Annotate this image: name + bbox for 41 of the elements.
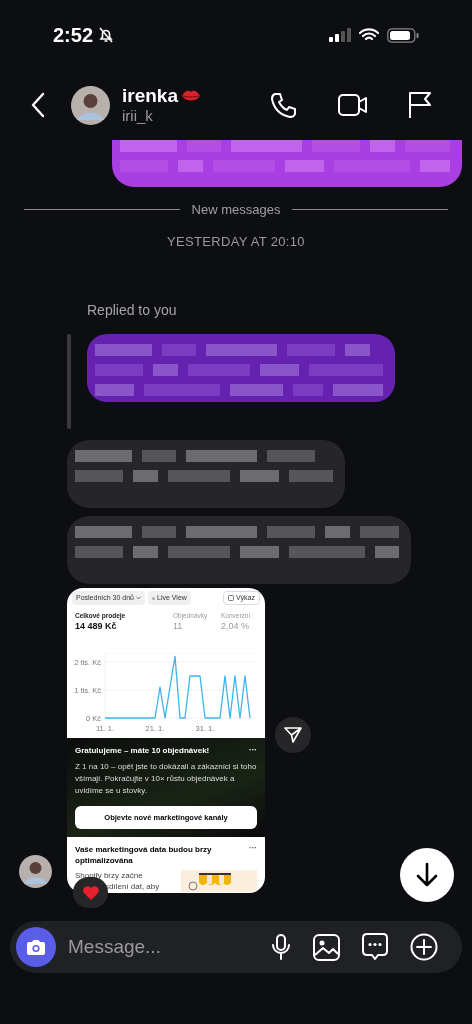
more-menu[interactable]: ··· bbox=[249, 844, 257, 852]
stat-value: 14 489 Kč bbox=[75, 620, 118, 632]
add-icon[interactable] bbox=[410, 933, 438, 961]
report-icon bbox=[227, 595, 234, 601]
more-menu[interactable]: ··· bbox=[249, 746, 257, 754]
contact-username: irii_k bbox=[122, 107, 154, 125]
clock-time: 2:52 bbox=[53, 23, 94, 48]
contact-name: irenka bbox=[122, 85, 178, 107]
new-messages-divider-label: New messages bbox=[191, 201, 281, 219]
notice-title: Vaše marketingová data budou brzy optimalizována bbox=[75, 844, 213, 866]
avatar-icon[interactable] bbox=[71, 85, 110, 125]
scroll-down-button[interactable] bbox=[400, 848, 454, 902]
video-call-icon[interactable] bbox=[338, 93, 368, 117]
promo-text: Z 1 na 10 – opět jste to dokázali a zákazníci si toho všímají. Pokračujte v 10× růstu objednávek a uvidíme se u stovky. bbox=[75, 761, 257, 797]
promo-title: Gratulujeme – máte 10 objednávek! bbox=[75, 746, 210, 756]
dot-icon bbox=[152, 596, 155, 600]
muted-bell-icon bbox=[97, 26, 116, 44]
share-button[interactable] bbox=[275, 717, 311, 753]
back-icon[interactable] bbox=[29, 92, 47, 118]
chat-bubble-icon[interactable] bbox=[362, 933, 388, 961]
battery-icon bbox=[387, 27, 419, 43]
phone-icon[interactable] bbox=[270, 91, 298, 119]
chevron-down-icon bbox=[136, 596, 141, 600]
shared-screenshot[interactable] bbox=[67, 588, 265, 893]
arrow-down-icon bbox=[416, 862, 438, 888]
stat-value: 11 bbox=[173, 620, 184, 632]
send-icon bbox=[284, 726, 302, 744]
microphone-icon[interactable] bbox=[271, 934, 291, 960]
camera-button[interactable] bbox=[16, 927, 56, 967]
gallery-icon[interactable] bbox=[313, 933, 340, 961]
wifi-icon bbox=[359, 28, 379, 42]
notice-text: sdílení dat, aby bbox=[104, 881, 160, 892]
flag-icon[interactable] bbox=[408, 91, 432, 119]
lips-icon bbox=[181, 89, 201, 103]
avatar-icon[interactable] bbox=[19, 855, 52, 888]
reply-label: Replied to you bbox=[87, 302, 177, 318]
signal-icon bbox=[329, 28, 351, 42]
heart-icon bbox=[81, 884, 100, 901]
timestamp: YESTERDAY AT 20:10 bbox=[167, 232, 305, 251]
camera-icon bbox=[26, 938, 46, 956]
stat-value: 2,04 % bbox=[221, 620, 251, 632]
